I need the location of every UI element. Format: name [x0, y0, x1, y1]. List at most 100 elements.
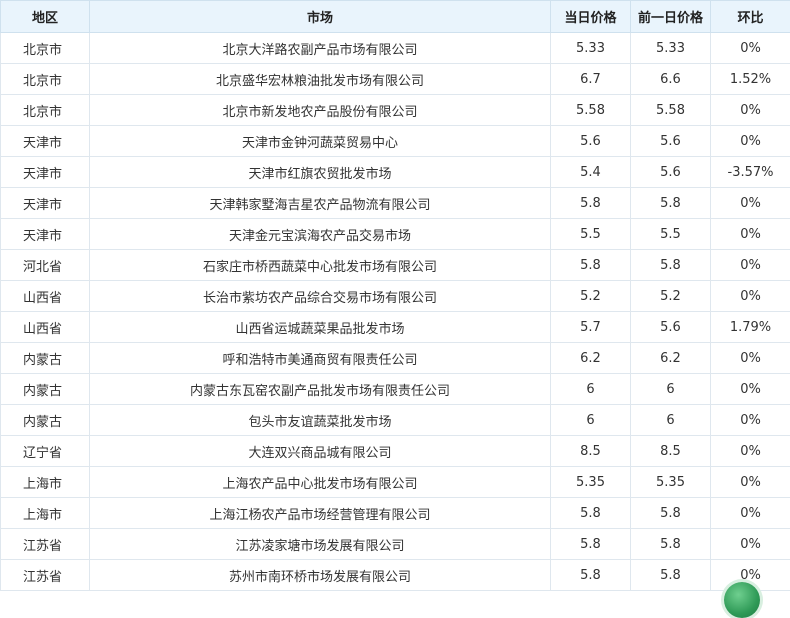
cell-market: 北京盛华宏林粮油批发市场有限公司	[90, 64, 551, 95]
cell-prev-price: 5.6	[631, 157, 711, 188]
cell-prev-price: 5.5	[631, 219, 711, 250]
cell-change: 0%	[711, 33, 790, 64]
cell-region: 天津市	[1, 188, 90, 219]
cell-market: 石家庄市桥西蔬菜中心批发市场有限公司	[90, 250, 551, 281]
header-today-price[interactable]: 当日价格	[551, 1, 631, 33]
cell-change: 0%	[711, 281, 790, 312]
header-region[interactable]: 地区	[1, 1, 90, 33]
price-table: 地区 市场 当日价格 前一日价格 环比 北京市北京大洋路农副产品市场有限公司5.…	[0, 0, 790, 591]
cell-prev-price: 5.6	[631, 126, 711, 157]
header-prev-price[interactable]: 前一日价格	[631, 1, 711, 33]
cell-region: 天津市	[1, 219, 90, 250]
table-row: 上海市上海江杨农产品市场经营管理有限公司5.85.80%	[1, 498, 790, 529]
table-row: 内蒙古呼和浩特市美通商贸有限责任公司6.26.20%	[1, 343, 790, 374]
floating-badge-icon[interactable]	[724, 582, 760, 618]
header-market[interactable]: 市场	[90, 1, 551, 33]
cell-today-price: 5.6	[551, 126, 631, 157]
cell-region: 内蒙古	[1, 374, 90, 405]
cell-market: 大连双兴商品城有限公司	[90, 436, 551, 467]
cell-prev-price: 5.8	[631, 560, 711, 591]
cell-region: 内蒙古	[1, 405, 90, 436]
cell-today-price: 8.5	[551, 436, 631, 467]
cell-today-price: 5.33	[551, 33, 631, 64]
cell-prev-price: 6	[631, 405, 711, 436]
header-change[interactable]: 环比	[711, 1, 790, 33]
table-row: 内蒙古内蒙古东瓦窑农副产品批发市场有限责任公司660%	[1, 374, 790, 405]
cell-today-price: 5.58	[551, 95, 631, 126]
cell-region: 内蒙古	[1, 343, 90, 374]
table-row: 北京市北京盛华宏林粮油批发市场有限公司6.76.61.52%	[1, 64, 790, 95]
cell-prev-price: 5.8	[631, 498, 711, 529]
cell-region: 上海市	[1, 498, 90, 529]
cell-today-price: 6.2	[551, 343, 631, 374]
cell-change: -3.57%	[711, 157, 790, 188]
cell-change: 0%	[711, 436, 790, 467]
table-row: 河北省石家庄市桥西蔬菜中心批发市场有限公司5.85.80%	[1, 250, 790, 281]
cell-prev-price: 6.6	[631, 64, 711, 95]
table-row: 辽宁省大连双兴商品城有限公司8.58.50%	[1, 436, 790, 467]
cell-market: 天津金元宝滨海农产品交易市场	[90, 219, 551, 250]
cell-today-price: 5.5	[551, 219, 631, 250]
cell-region: 山西省	[1, 281, 90, 312]
table-row: 上海市上海农产品中心批发市场有限公司5.355.350%	[1, 467, 790, 498]
cell-market: 上海农产品中心批发市场有限公司	[90, 467, 551, 498]
cell-market: 天津市金钟河蔬菜贸易中心	[90, 126, 551, 157]
table-row: 内蒙古包头市友谊蔬菜批发市场660%	[1, 405, 790, 436]
table-row: 江苏省苏州市南环桥市场发展有限公司5.85.80%	[1, 560, 790, 591]
cell-prev-price: 5.8	[631, 529, 711, 560]
cell-change: 1.52%	[711, 64, 790, 95]
cell-region: 北京市	[1, 95, 90, 126]
cell-prev-price: 6	[631, 374, 711, 405]
cell-region: 上海市	[1, 467, 90, 498]
cell-today-price: 6	[551, 374, 631, 405]
cell-market: 江苏凌家塘市场发展有限公司	[90, 529, 551, 560]
table-row: 山西省长治市紫坊农产品综合交易市场有限公司5.25.20%	[1, 281, 790, 312]
cell-market: 苏州市南环桥市场发展有限公司	[90, 560, 551, 591]
cell-change: 0%	[711, 498, 790, 529]
cell-change: 0%	[711, 529, 790, 560]
cell-today-price: 5.8	[551, 560, 631, 591]
cell-change: 0%	[711, 188, 790, 219]
cell-prev-price: 5.6	[631, 312, 711, 343]
table-row: 天津市天津韩家墅海吉星农产品物流有限公司5.85.80%	[1, 188, 790, 219]
cell-region: 辽宁省	[1, 436, 90, 467]
cell-change: 0%	[711, 374, 790, 405]
table-body: 北京市北京大洋路农副产品市场有限公司5.335.330%北京市北京盛华宏林粮油批…	[1, 33, 790, 591]
cell-prev-price: 5.2	[631, 281, 711, 312]
table-row: 江苏省江苏凌家塘市场发展有限公司5.85.80%	[1, 529, 790, 560]
cell-today-price: 6	[551, 405, 631, 436]
cell-market: 内蒙古东瓦窑农副产品批发市场有限责任公司	[90, 374, 551, 405]
cell-region: 北京市	[1, 33, 90, 64]
cell-market: 天津韩家墅海吉星农产品物流有限公司	[90, 188, 551, 219]
cell-change: 0%	[711, 405, 790, 436]
cell-today-price: 5.35	[551, 467, 631, 498]
table-header: 地区 市场 当日价格 前一日价格 环比	[1, 1, 790, 33]
cell-change: 0%	[711, 250, 790, 281]
cell-prev-price: 5.35	[631, 467, 711, 498]
cell-today-price: 5.8	[551, 498, 631, 529]
cell-prev-price: 5.33	[631, 33, 711, 64]
table-row: 山西省山西省运城蔬菜果品批发市场5.75.61.79%	[1, 312, 790, 343]
cell-prev-price: 8.5	[631, 436, 711, 467]
cell-region: 山西省	[1, 312, 90, 343]
cell-region: 北京市	[1, 64, 90, 95]
cell-region: 天津市	[1, 157, 90, 188]
cell-market: 呼和浩特市美通商贸有限责任公司	[90, 343, 551, 374]
cell-today-price: 5.8	[551, 188, 631, 219]
cell-change: 0%	[711, 126, 790, 157]
cell-today-price: 5.2	[551, 281, 631, 312]
cell-change: 0%	[711, 219, 790, 250]
cell-market: 山西省运城蔬菜果品批发市场	[90, 312, 551, 343]
cell-region: 江苏省	[1, 529, 90, 560]
cell-today-price: 5.8	[551, 529, 631, 560]
cell-market: 北京大洋路农副产品市场有限公司	[90, 33, 551, 64]
cell-market: 包头市友谊蔬菜批发市场	[90, 405, 551, 436]
cell-today-price: 5.8	[551, 250, 631, 281]
cell-region: 江苏省	[1, 560, 90, 591]
cell-prev-price: 5.8	[631, 250, 711, 281]
header-row: 地区 市场 当日价格 前一日价格 环比	[1, 1, 790, 33]
cell-today-price: 5.4	[551, 157, 631, 188]
cell-change: 0%	[711, 467, 790, 498]
table-row: 天津市天津市金钟河蔬菜贸易中心5.65.60%	[1, 126, 790, 157]
cell-market: 北京市新发地农产品股份有限公司	[90, 95, 551, 126]
